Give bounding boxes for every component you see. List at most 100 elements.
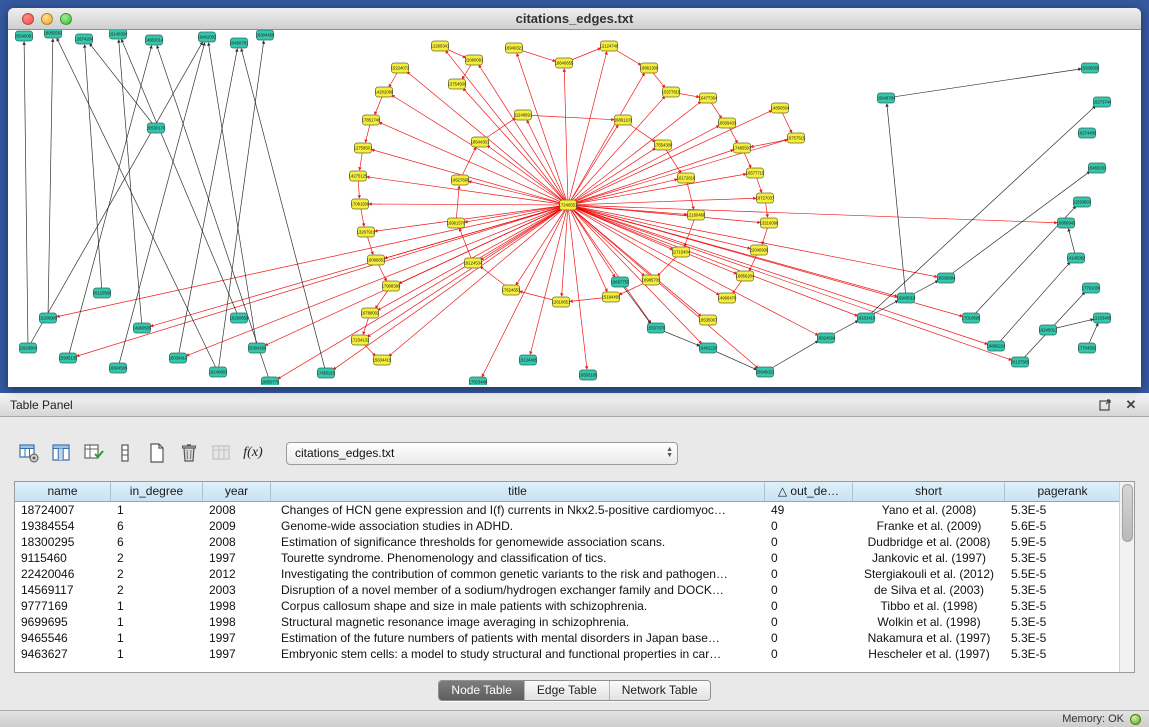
graph-node[interactable]: 15634415 [373,355,392,365]
graph-node[interactable]: 17554300 [654,140,673,150]
graph-node[interactable]: 18727037 [756,193,775,203]
show-columns-icon[interactable] [48,440,74,466]
column-icon[interactable] [112,440,138,466]
graph-node[interactable]: 12758501 [354,143,373,153]
graph-edge[interactable] [241,49,326,373]
graph-node[interactable]: 13754509 [448,79,467,89]
graph-node[interactable]: 14202098 [375,87,394,97]
graph-node[interactable]: 16477304 [699,93,718,103]
graph-node[interactable]: 15905135 [59,353,78,363]
graph-node[interactable]: 19757515 [787,133,806,143]
graph-edge[interactable] [568,205,758,368]
column-header-year[interactable]: year [203,482,271,501]
graph-edge[interactable] [568,205,702,344]
table-vertical-scrollbar[interactable] [1119,482,1134,672]
graph-node[interactable]: 18544301 [471,137,490,147]
graph-node[interactable]: 20530170 [147,123,166,133]
graph-node[interactable]: 12674204 [75,34,94,44]
graph-node[interactable]: 16172618 [677,173,696,183]
graph-node[interactable]: 16861103 [614,115,633,125]
table-row[interactable]: 977716911998Corpus callosum shape and si… [15,598,1121,614]
graph-node[interactable]: 22040936 [750,245,769,255]
graph-node[interactable]: 18055563 [44,30,63,38]
edit-table-icon[interactable] [80,440,106,466]
graph-node[interactable]: 16577715 [746,168,765,178]
graph-edge[interactable] [568,198,756,205]
graph-node[interactable]: 14850504 [771,103,790,113]
graph-edge[interactable] [368,205,568,337]
graph-node[interactable]: 16604509 [109,363,128,373]
graph-node[interactable]: 20450781 [230,38,249,48]
graph-node[interactable]: 18535007 [699,315,718,325]
table-settings-icon[interactable] [16,440,42,466]
graph-node[interactable]: 17010695 [962,313,981,323]
graph-node[interactable]: 12124740 [600,41,619,51]
column-header-name[interactable]: name [15,482,111,501]
table-row[interactable]: 946554611997Estimation of the future num… [15,630,1121,646]
graph-node[interactable]: 15930905 [1081,63,1100,73]
float-panel-icon[interactable] [1097,397,1113,413]
graph-edge[interactable] [77,205,568,356]
graph-node[interactable]: 17851746 [362,115,381,125]
table-row[interactable]: 1872400712008Changes of HCN gene express… [15,502,1121,518]
graph-node[interactable]: 15184495 [602,292,621,302]
graph-node[interactable]: 16260650 [230,313,249,323]
graph-node[interactable]: 16140304 [109,30,128,39]
graph-node[interactable]: 19140903 [209,367,228,377]
graph-node[interactable]: 17704502 [1078,343,1097,353]
graph-edge[interactable] [620,282,650,323]
graph-node[interactable]: 14275125 [349,171,368,181]
graph-node[interactable]: 16640655 [555,58,574,68]
graph-node[interactable]: 17081508 [351,199,370,209]
graph-node[interactable]: 16880943 [1057,218,1076,228]
graph-node[interactable]: 20945022 [756,367,775,377]
graph-edge[interactable] [523,115,614,120]
graph-edge[interactable] [119,40,142,328]
graph-node[interactable]: 16274409 [1078,128,1097,138]
graph-edge[interactable] [389,205,568,356]
graph-edge[interactable] [68,46,152,358]
table-row[interactable]: 946362711997Embryonic stem cells: a mode… [15,646,1121,662]
graph-edge[interactable] [178,49,237,358]
graph-node[interactable]: 19850775 [261,377,280,385]
table-row[interactable]: 969969511998Structural magnetic resonanc… [15,614,1121,630]
graph-node[interactable]: 15377815 [662,87,681,97]
graph-node[interactable]: 18304450 [256,30,275,40]
graph-node[interactable]: 11920904 [19,343,38,353]
graph-node[interactable]: 22080091 [465,55,484,65]
graph-edge[interactable] [57,38,218,372]
column-header-pagerank[interactable]: pagerank [1005,482,1121,501]
tab-network-table[interactable]: Network Table [609,681,710,700]
graph-node[interactable]: 19462220 [699,343,718,353]
graph-node[interactable]: 19861309 [640,63,659,73]
graph-node[interactable]: 19086853 [367,255,386,265]
graph-node[interactable]: 15224072 [391,63,410,73]
graph-edge[interactable] [24,42,28,348]
graph-edge[interactable] [517,54,568,205]
memory-indicator-icon[interactable] [1130,714,1141,725]
graph-edge[interactable] [28,42,203,348]
network-view[interactable]: 1724055116861103175543001617261812160468… [8,30,1139,385]
graph-node[interactable]: 16648784 [877,93,896,103]
minimize-button[interactable] [41,13,53,25]
delete-table-icon[interactable] [176,440,202,466]
graph-node[interactable]: 17624653 [502,285,521,295]
table-row[interactable]: 1938455462009Genome-wide association stu… [15,518,1121,534]
graph-node[interactable]: 12260341 [431,41,450,51]
graph-node[interactable]: 19124534 [464,258,483,268]
graph-node[interactable]: 16940321 [505,43,524,53]
graph-edge[interactable] [996,262,1070,346]
scrollbar-thumb[interactable] [1122,484,1133,542]
column-header-title[interactable]: title [271,482,765,501]
graph-node[interactable]: 19860224 [987,341,1006,351]
graph-node[interactable]: 16943010 [897,293,916,303]
graph-node[interactable]: 16687755 [611,277,630,287]
graph-node[interactable]: 19102410 [857,313,876,323]
graph-node[interactable]: 18030416 [169,353,188,363]
graph-node[interactable]: 20304160 [248,343,267,353]
network-graph[interactable]: 1724055116861103175543001617261812160468… [8,30,1139,385]
graph-node[interactable]: 15134405 [519,355,538,365]
graph-node[interactable]: 16961570 [447,218,466,228]
zoom-button[interactable] [60,13,72,25]
column-header-out_de[interactable]: △ out_de… [765,482,853,501]
